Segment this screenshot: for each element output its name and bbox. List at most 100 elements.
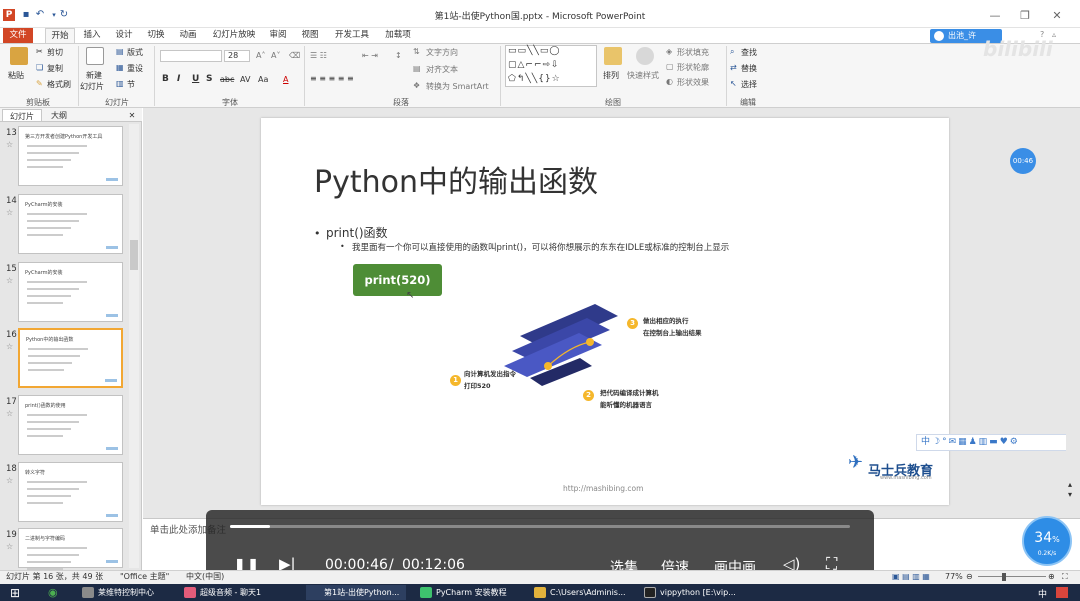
status-theme[interactable]: "Office 主题" <box>120 571 169 583</box>
tab-slideshow[interactable]: 幻灯片放映 <box>208 28 260 43</box>
change-case-button[interactable]: Aa <box>258 75 268 84</box>
shape-outline-icon[interactable]: ▢ <box>666 62 674 71</box>
slide-thumbnail[interactable]: 二进制与字符编码 <box>18 528 123 570</box>
progress-track[interactable] <box>230 525 850 528</box>
smartart-icon[interactable]: ❖ <box>413 81 420 90</box>
new-slide-label[interactable]: 新建 <box>86 70 102 81</box>
layout-icon[interactable]: ▤ <box>116 47 124 56</box>
align-icons[interactable]: ≡ ≡ ≡ ≡ ≡ <box>310 74 354 83</box>
taskbar-app-icon[interactable]: ◉ <box>48 586 58 599</box>
shadow-s-button[interactable]: S <box>206 74 212 84</box>
view-buttons[interactable]: ▣ ▤ ▥ ▦ <box>892 571 930 583</box>
zoom-in-icon[interactable]: ⊕ <box>1048 571 1055 583</box>
maximize-icon[interactable]: ❐ <box>1014 8 1036 24</box>
pane-close-icon[interactable]: ✕ <box>126 109 138 122</box>
taskbar-item[interactable]: C:\Users\Adminis... <box>532 585 632 600</box>
italic-button[interactable]: I <box>177 74 180 84</box>
format-painter-icon[interactable]: ✎ <box>36 79 43 88</box>
shape-outline-button[interactable]: 形状轮廓 <box>677 62 709 73</box>
font-color-button[interactable]: A <box>283 75 288 84</box>
slide-thumbnail[interactable]: 第三方开发者创建Python开发工具 <box>18 126 123 186</box>
tab-transitions[interactable]: 切换 <box>144 28 168 43</box>
font-size-combo[interactable]: 28 <box>224 50 250 62</box>
strikethrough-button[interactable]: abc <box>220 75 234 84</box>
zoom-out-icon[interactable]: ⊖ <box>966 571 973 583</box>
shape-fill-icon[interactable]: ◈ <box>666 47 672 56</box>
new-slide-label-2[interactable]: 幻灯片 <box>80 81 104 92</box>
find-icon[interactable]: ⌕ <box>730 47 734 57</box>
select-button[interactable]: 选择 <box>741 79 757 90</box>
arrange-icon[interactable] <box>604 47 622 65</box>
find-button[interactable]: 查找 <box>741 47 757 58</box>
shapes-row-1[interactable]: ▭▭╲╲▭◯ <box>508 46 560 56</box>
tab-review[interactable]: 审阅 <box>266 28 290 43</box>
ime-toolbar[interactable]: 中☽°✉▦♟▥▬♥⚙ <box>916 434 1072 451</box>
bullet-level-1[interactable]: print()函数 <box>326 224 388 241</box>
section-button[interactable]: 节 <box>127 79 135 90</box>
tab-design[interactable]: 设计 <box>112 28 136 43</box>
tab-outline[interactable]: 大纲 <box>44 109 74 122</box>
clear-format-icon[interactable]: ⌫ <box>289 51 300 60</box>
print-520-shape[interactable]: print(520) <box>353 264 442 296</box>
grow-font-icon[interactable]: A˄ <box>256 51 265 60</box>
fit-slide-icon[interactable]: ⛶ <box>1062 571 1068 583</box>
align-text-icon[interactable]: ▤ <box>413 64 421 73</box>
text-direction-button[interactable]: 文字方向 <box>426 47 458 58</box>
status-language[interactable]: 中文(中国) <box>186 571 224 583</box>
layout-button[interactable]: 版式 <box>127 47 143 58</box>
taskbar-item[interactable]: vippython [E:\vip... <box>642 585 740 600</box>
arrange-button[interactable]: 排列 <box>603 70 619 81</box>
slide-thumbnail[interactable]: PyCharm的安装 <box>18 194 123 254</box>
input-method-indicator[interactable]: 中 <box>1038 587 1047 600</box>
underline-button[interactable]: U <box>192 74 199 84</box>
replace-button[interactable]: 替换 <box>741 63 757 74</box>
tab-view[interactable]: 视图 <box>298 28 322 43</box>
select-icon[interactable]: ↖ <box>730 79 737 88</box>
tab-insert[interactable]: 插入 <box>80 28 104 43</box>
shapes-row-3[interactable]: ⬠↰╲╲{}☆ <box>508 74 561 84</box>
shrink-font-icon[interactable]: A˅ <box>271 51 280 60</box>
cut-icon[interactable]: ✂ <box>36 47 43 56</box>
zoom-percent[interactable]: 77% <box>945 571 963 583</box>
reset-button[interactable]: 重设 <box>127 63 143 74</box>
cut-button[interactable]: 剪切 <box>47 47 63 58</box>
replace-icon[interactable]: ⇄ <box>730 63 737 72</box>
indent-icon[interactable]: ⇤ ⇥ <box>362 51 378 60</box>
close-icon[interactable]: ✕ <box>1046 8 1068 24</box>
slide-scrollbar[interactable] <box>1066 228 1078 518</box>
thumbnail-scroll-thumb[interactable] <box>130 240 138 270</box>
thumbnail-scrollbar[interactable] <box>129 124 139 568</box>
align-text-button[interactable]: 对齐文本 <box>426 64 458 75</box>
zoom-slider[interactable] <box>978 576 1046 577</box>
copy-button[interactable]: 复制 <box>47 63 63 74</box>
quick-styles-icon[interactable] <box>636 47 654 65</box>
taskbar-item[interactable]: 莱维特控制中心 <box>80 585 176 600</box>
format-painter-button[interactable]: 格式刷 <box>47 79 71 90</box>
text-direction-icon[interactable]: ⇅ <box>413 47 420 56</box>
tab-addins[interactable]: 加载项 <box>382 28 414 43</box>
paste-icon[interactable] <box>10 47 28 65</box>
tray-icon[interactable] <box>1056 587 1068 598</box>
slide-thumbnail[interactable]: PyCharm的安装 <box>18 262 123 322</box>
taskbar-item-active[interactable]: 第1站-出使Python... <box>306 585 406 600</box>
prev-slide-icon[interactable]: ▴ <box>1068 480 1072 489</box>
slide-thumbnail[interactable]: Python中的输出函数 <box>18 328 123 388</box>
windows-start-icon[interactable]: ⊞ <box>10 586 20 600</box>
shapes-row-2[interactable]: ▢△⌐⌐⇨⇩ <box>508 60 560 70</box>
tab-slides[interactable]: 幻灯片 <box>2 109 42 122</box>
char-spacing-button[interactable]: AV <box>240 75 250 84</box>
slide-thumbnail[interactable]: 转义字符 <box>18 462 123 522</box>
smartart-button[interactable]: 转换为 SmartArt <box>426 81 489 92</box>
tab-home[interactable]: 开始 <box>45 28 75 43</box>
quick-styles-button[interactable]: 快速样式 <box>627 70 659 81</box>
bold-button[interactable]: B <box>162 74 169 84</box>
reset-icon[interactable]: ▦ <box>116 63 124 72</box>
paste-button[interactable]: 粘贴 <box>8 70 24 81</box>
section-icon[interactable]: ▥ <box>116 79 124 88</box>
next-slide-icon[interactable]: ▾ <box>1068 490 1072 499</box>
taskbar-item[interactable]: 超级音频 - 聊天1 <box>182 585 296 600</box>
shape-effects-button[interactable]: 形状效果 <box>677 77 709 88</box>
copy-icon[interactable]: ❏ <box>36 63 43 72</box>
shape-effects-icon[interactable]: ◐ <box>666 77 673 86</box>
font-name-combo[interactable] <box>160 50 222 62</box>
